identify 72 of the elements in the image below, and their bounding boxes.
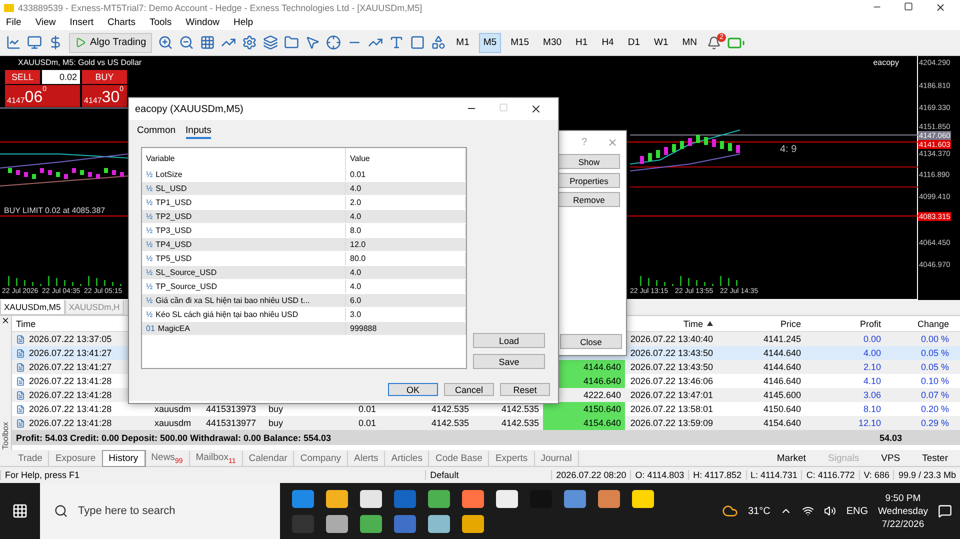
table-cell-text: 4145.600 [762,389,802,402]
table-cell-text: 0.10 % [920,375,950,388]
toolbox-label: Toolbox [1,422,10,450]
table-cell-text: 0.05 % [920,347,950,360]
table-cell-text: 3.06 [862,389,882,402]
account-summary: Profit: 54.03 Credit: 0.00 Deposit: 500.00 Withdrawal: 0.00 Balance: 554.03 [16,432,332,442]
help-text: For Help, press F1 [0,470,426,480]
table-cell-text: 2026.07.22 13:58:01 [629,403,714,416]
expert-name: eacopy [873,58,899,67]
table-cell-text: 2026.07.22 13:59:09 [629,417,714,430]
clock-date: 7/22/2026 [882,518,924,530]
table-cell-text: buy [267,417,284,430]
status-field: C: 4116.772 [801,470,859,480]
table-cell-text: 0.05 % [920,361,950,374]
table-cell-text: 0.00 [862,333,882,346]
table-cell-text: 4222.640 [582,389,622,402]
table-cell-text: 4415313977 [204,417,257,430]
table-cell-text: 0.01 [357,403,377,416]
chart-title: XAUUSDm, M5: Gold vs US Dollar [18,58,142,67]
total-profit: 54.03 [879,432,902,442]
status-field: V: 686 [858,470,894,480]
table-cell-text: 0.29 % [920,417,950,430]
status-field: 2026.07.22 08:20 [551,470,630,480]
table-cell: 2026.07.22 13:41:27 [12,346,118,360]
table-cell-text: 4141.245 [762,333,802,346]
temperature: 31°C [748,506,770,516]
table-cell-text: 4150.640 [762,403,802,416]
ratio-label: 4: 9 [780,144,797,155]
table-cell: 2026.07.22 13:41:28 [12,402,118,416]
profile-name: Default [425,470,552,480]
dialog-title: eacopy (XAUUSDm,M5) [135,104,244,114]
table-cell: 2026.07.22 13:41:28 [12,416,118,430]
table-cell-text: 0.07 % [920,389,950,402]
table-cell-text: 2026.07.22 13:40:40 [629,333,714,346]
table-cell: 2026.07.22 13:41:27 [12,360,118,374]
table-cell: 4154.640 [543,416,625,430]
table-cell-text: 4144.640 [762,361,802,374]
table-cell-text: 2026.07.22 13:46:06 [629,375,714,388]
table-cell-text: 8.10 [862,403,882,416]
status-field: L: 4114.731 [746,470,802,480]
table-cell-text: 2026.07.22 13:43:50 [629,361,714,374]
table-cell: 4150.640 [543,402,625,416]
status-field: H: 4117.852 [688,470,746,480]
status-field: O: 4114.803 [630,470,688,480]
table-cell-text: 2.10 [862,361,882,374]
table-cell-text: 4142.535 [500,403,540,416]
table-cell-text: 2026.07.22 13:43:50 [629,347,714,360]
table-cell-text: 4.10 [862,375,882,388]
table-cell-text: 2026.07.22 13:47:01 [629,389,714,402]
table-cell: 2026.07.22 13:41:28 [12,374,118,388]
table-cell-text: buy [267,403,284,416]
table-cell-text: 4142.535 [500,417,540,430]
table-cell-text: xauusdm [153,403,192,416]
table-cell-text: 4415313973 [204,403,257,416]
clock-day: Wednesday [878,506,928,516]
table-cell-text: 4154.640 [762,417,802,430]
table-cell-text: 4146.640 [762,375,802,388]
order-label: BUY LIMIT 0.02 at 4085.387 [4,206,106,215]
table-cell: 2026.07.22 13:37:05 [12,332,118,346]
table-cell: 2026.07.22 13:41:28 [12,388,118,402]
table-cell-text: 0.01 [357,417,377,430]
clock-time: 9:50 PM [885,492,921,504]
table-cell-text: 0.20 % [920,403,950,416]
table-cell-text: 4142.535 [430,417,470,430]
table-cell-text: 4144.640 [762,347,802,360]
window-title: 433889539 - Exness-MT5Trial7: Demo Account - Hedge - Exness Technologies Ltd - [XAUUSDm,M5] [18,2,424,12]
table-cell-text: 12.10 [857,417,882,430]
table-cell-text: 4.00 [862,347,882,360]
table-cell-text: 0.00 % [920,333,950,346]
traffic-text: 99.9 / 23.3 Mb [893,470,960,480]
table-cell-text: xauusdm [153,417,192,430]
table-cell-text: 4142.535 [430,403,470,416]
